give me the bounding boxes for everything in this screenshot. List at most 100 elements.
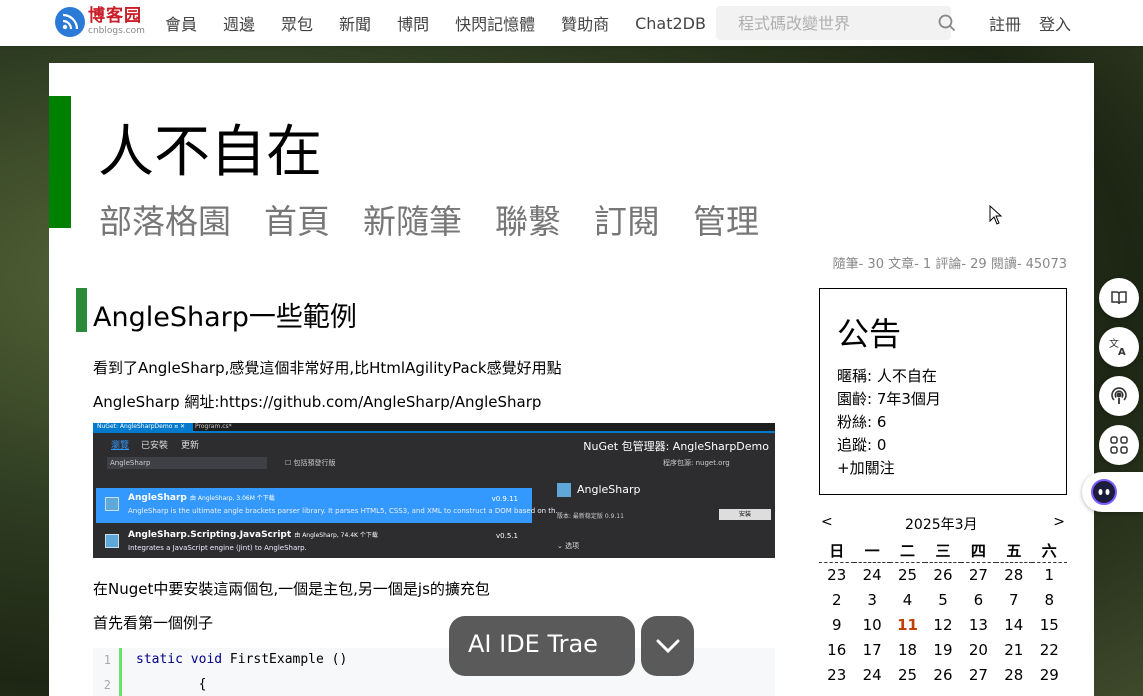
register-link[interactable]: 註冊 (989, 11, 1021, 35)
grid-icon (1110, 436, 1128, 454)
blog-title[interactable]: 人不自在 (98, 107, 322, 188)
post-paragraph-1: 看到了AngleSharp,感覺這個非常好用,比HtmlAgilityPack感… (93, 359, 562, 377)
program-tab: Program.cs* (195, 423, 232, 430)
nuget-detail-pane: AngleSharp 版本: 最新稳定版 0.9.11 安装 ⌄ 选项 (543, 473, 775, 558)
calendar-day[interactable]: 1 (1032, 562, 1067, 587)
calendar-day[interactable]: 21 (996, 637, 1031, 662)
search-input[interactable] (716, 13, 938, 33)
calendar-day[interactable]: 26 (925, 562, 960, 587)
calendar-day[interactable]: 11 (890, 612, 925, 637)
weekday-header: 六 (1031, 540, 1067, 563)
calendar-day[interactable]: 28 (996, 662, 1031, 687)
nuget-search: AngleSharp (107, 457, 267, 469)
calendar-day[interactable]: 6 (961, 587, 996, 612)
blog-nav-home[interactable]: 首頁 (264, 195, 330, 243)
nav-item-chat2db[interactable]: Chat2DB (635, 14, 706, 33)
calendar-day[interactable]: 2 (819, 587, 854, 612)
notice-age[interactable]: 園齡: 7年3個月 (837, 388, 941, 409)
calendar-next-button[interactable]: > (1053, 514, 1065, 530)
weekday-header: 一 (854, 540, 890, 563)
reader-mode-button[interactable] (1099, 278, 1139, 318)
calendar-day[interactable]: 28 (996, 562, 1031, 587)
calendar-day[interactable]: 8 (1032, 587, 1067, 612)
calendar-day[interactable]: 5 (925, 587, 960, 612)
calendar-day[interactable]: 10 (854, 612, 889, 637)
calendar-day[interactable]: 22 (1032, 637, 1067, 662)
calendar-day[interactable]: 13 (961, 612, 996, 637)
calendar-week: 9 10 11 12 13 14 15 (819, 612, 1067, 637)
blog-nav-contact[interactable]: 聯繫 (495, 195, 561, 243)
calendar-day[interactable]: 7 (996, 587, 1031, 612)
nuget-prerelease: ☐ 包括預發行版 (285, 459, 336, 467)
calendar-day[interactable]: 25 (890, 662, 925, 687)
notice-followers[interactable]: 粉絲: 6 (837, 411, 886, 432)
rss-logo-icon (55, 7, 85, 37)
calendar-day[interactable]: 23 (819, 562, 854, 587)
nav-item-flash[interactable]: 快閃記憶體 (455, 11, 535, 35)
package-icon (105, 534, 119, 548)
calendar-day[interactable]: 23 (819, 662, 854, 687)
follow-button[interactable]: +加關注 (837, 457, 895, 478)
calendar-week: 23 24 25 26 27 28 1 (819, 562, 1067, 587)
blog-nav-cnblogs[interactable]: 部落格園 (99, 195, 231, 243)
calendar-day[interactable]: 9 (819, 612, 854, 637)
weekday-header: 四 (960, 540, 997, 563)
blog-nav-new-post[interactable]: 新隨筆 (363, 195, 462, 243)
line-number: 1 (103, 653, 111, 667)
calendar-day[interactable]: 25 (890, 562, 925, 587)
weekday-header: 五 (996, 540, 1032, 563)
blog-nav-subscribe[interactable]: 訂閱 (594, 195, 660, 243)
calendar-day[interactable]: 19 (925, 637, 960, 662)
notice-panel: 公告 暱稱: 人不自在 園齡: 7年3個月 粉絲: 6 追蹤: 0 +加關注 (819, 288, 1067, 495)
nav-item-news[interactable]: 新聞 (339, 11, 371, 35)
calendar-day[interactable]: 27 (961, 562, 996, 587)
nav-item-qa[interactable]: 博問 (397, 11, 429, 35)
collapse-banner-button[interactable] (641, 616, 694, 676)
calendar-week: 2345678 (819, 587, 1067, 612)
logo-text-cn: 博客园 (88, 6, 142, 26)
search-box (716, 6, 956, 40)
calendar-day[interactable]: 29 (1032, 662, 1067, 687)
notice-following[interactable]: 追蹤: 0 (837, 434, 886, 455)
calendar-day[interactable]: 3 (854, 587, 889, 612)
calendar-day[interactable]: 16 (819, 637, 854, 662)
calendar-day[interactable]: 4 (890, 587, 925, 612)
post-title[interactable]: AngleSharp一些範例 (93, 295, 357, 334)
blog-nav-manage[interactable]: 管理 (693, 195, 759, 243)
apps-button[interactable] (1099, 425, 1139, 465)
calendar-day[interactable]: 15 (1032, 612, 1067, 637)
logo-text-en: cnblogs.com (88, 26, 145, 36)
nav-item-merch[interactable]: 週邊 (223, 11, 255, 35)
chevron-down-icon (656, 639, 679, 654)
ai-ide-banner[interactable]: AI IDE Trae (449, 616, 635, 676)
notice-nickname[interactable]: 暱稱: 人不自在 (837, 365, 937, 386)
auth-links: 註冊 登入 (971, 0, 1071, 46)
calendar-week: 16 17 18 19 20 21 22 (819, 637, 1067, 662)
calendar-month: 2025年3月 (905, 517, 978, 533)
podcast-button[interactable] (1099, 376, 1139, 416)
calendar-day[interactable]: 18 (890, 637, 925, 662)
nav-item-sponsors[interactable]: 贊助商 (561, 11, 609, 35)
translate-icon: 文A (1109, 337, 1126, 357)
translate-button[interactable]: 文A (1099, 327, 1139, 367)
calendar-day[interactable]: 24 (854, 662, 889, 687)
post-paragraph-4: 首先看第一個例子 (93, 614, 214, 632)
nav-item-members[interactable]: 會員 (165, 11, 197, 35)
calendar-prev-button[interactable]: < (821, 514, 833, 530)
nav-item-crowdsource[interactable]: 眾包 (281, 11, 313, 35)
calendar-day[interactable]: 24 (854, 562, 889, 587)
calendar-day[interactable]: 26 (925, 662, 960, 687)
package-icon (105, 497, 119, 511)
mouse-cursor-icon (989, 204, 1003, 229)
login-link[interactable]: 登入 (1039, 11, 1071, 35)
calendar-day[interactable]: 17 (854, 637, 889, 662)
calendar-day[interactable]: 27 (961, 662, 996, 687)
nuget-header: NuGet 包管理器: AngleSharpDemo (583, 440, 769, 453)
calendar-day[interactable]: 14 (996, 612, 1031, 637)
search-button[interactable] (938, 6, 956, 40)
calendar-day[interactable]: 20 (961, 637, 996, 662)
ai-assistant-button[interactable] (1082, 472, 1143, 512)
post-paragraph-2: AngleSharp 網址:https://github.com/AngleSh… (93, 393, 542, 411)
calendar-day[interactable]: 12 (925, 612, 960, 637)
cnblogs-logo[interactable]: 博客园 cnblogs.com (55, 7, 145, 37)
